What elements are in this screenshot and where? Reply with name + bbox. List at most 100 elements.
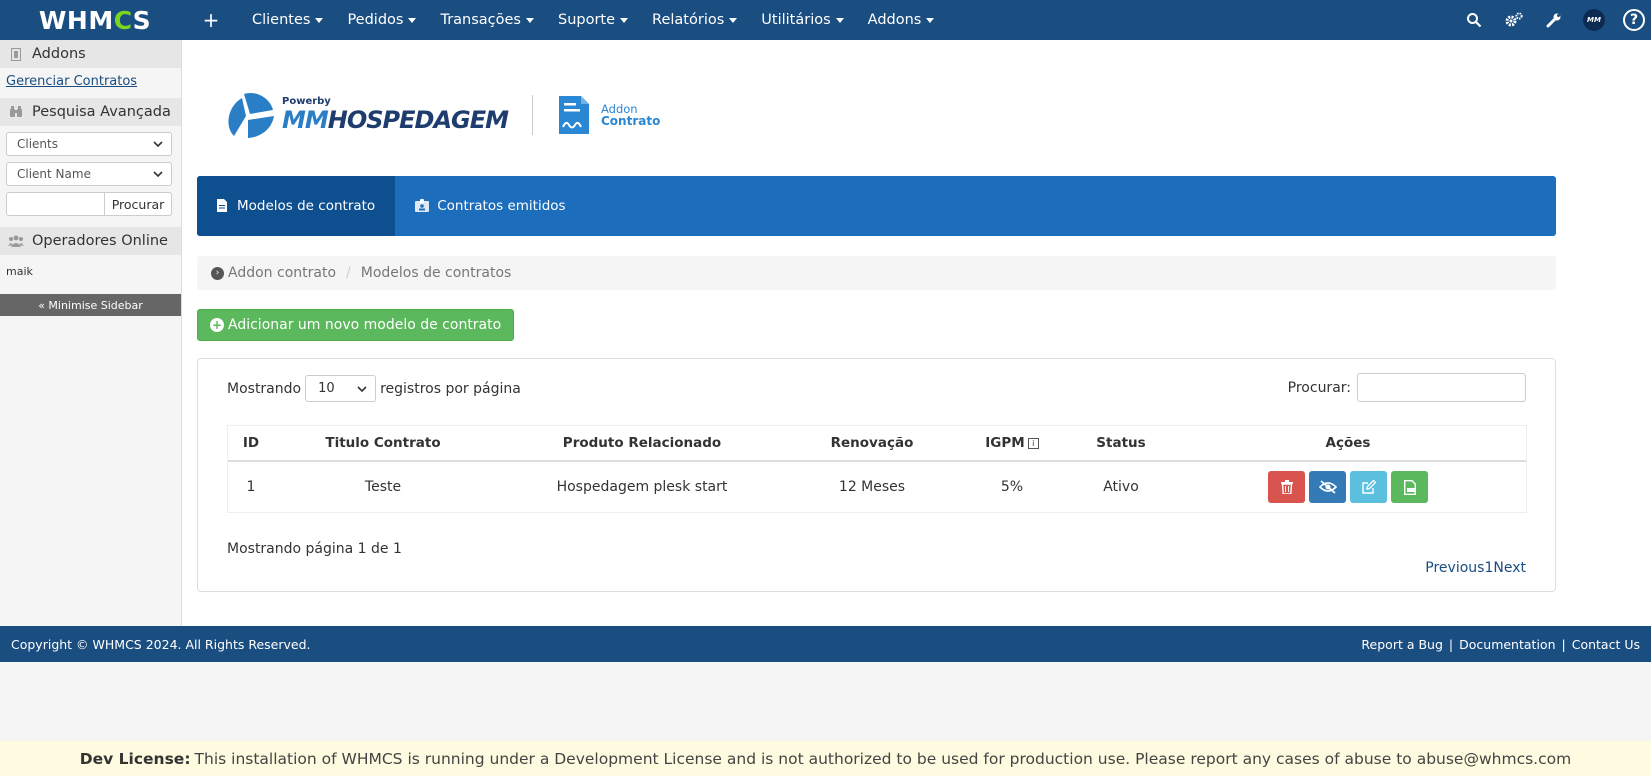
hide-button[interactable] (1309, 471, 1346, 503)
quick-add-button[interactable]: + (196, 8, 226, 32)
menu-utilitarios[interactable]: Utilitários (749, 12, 855, 28)
footer-links: Report a Bug | Documentation | Contact U… (1361, 637, 1640, 652)
col-title[interactable]: Titulo Contrato (274, 435, 492, 451)
search-field-select[interactable]: Client Name (6, 162, 172, 186)
menu-label: Pedidos (347, 12, 404, 28)
sidebar-addons-header: Addons (0, 40, 181, 68)
footer-separator: | (1561, 636, 1566, 652)
chevron-down-icon (153, 171, 163, 177)
whmcs-logo[interactable]: WHMCS (0, 0, 190, 40)
menu-label: Addons (867, 12, 922, 28)
sidebar-search-header: Pesquisa Avançada (0, 98, 181, 126)
tab-contratos-emitidos[interactable]: Contratos emitidos (395, 176, 585, 236)
table-search-input[interactable] (1357, 373, 1526, 402)
menu-label: Utilitários (761, 12, 831, 28)
table-row: 1 Teste Hospedagem plesk start 12 Meses … (228, 462, 1526, 512)
pager-next[interactable]: Next (1493, 560, 1526, 576)
mm-logo-text: Powerby MMHOSPEDAGEM (282, 97, 509, 134)
chevron-down-icon (357, 385, 367, 392)
chevron-down-icon (153, 141, 163, 147)
navbar-tools: MM ? (1463, 0, 1645, 40)
chevron-down-icon (729, 17, 738, 23)
breadcrumb-root[interactable]: Addon contrato (228, 265, 336, 281)
col-id[interactable]: ID (228, 435, 274, 451)
select-value: Client Name (17, 167, 91, 181)
help-icon[interactable]: ? (1623, 9, 1645, 31)
info-icon[interactable]: i (1027, 437, 1039, 449)
breadcrumb-separator: / (346, 265, 351, 281)
menu-label: Transações (440, 12, 521, 28)
menu-label: Clientes (252, 12, 311, 28)
menu-pedidos[interactable]: Pedidos (335, 12, 428, 28)
brand-mm: MM (282, 106, 329, 134)
contact-us-link[interactable]: Contact Us (1572, 637, 1640, 652)
col-status[interactable]: Status (1072, 435, 1170, 451)
chevron-down-icon (835, 17, 844, 23)
user-avatar[interactable]: MM (1583, 9, 1605, 31)
button-label: Adicionar um novo modelo de contrato (228, 317, 502, 333)
file-icon (217, 199, 229, 213)
chevron-down-icon (926, 17, 935, 23)
cell-product: Hospedagem plesk start (556, 479, 728, 495)
sidebar-search-button[interactable]: Procurar (105, 192, 172, 216)
wrench-icon[interactable] (1543, 9, 1565, 31)
length-prefix: Mostrando (227, 380, 302, 397)
sidebar-search-input[interactable] (6, 192, 105, 216)
col-igpm[interactable]: IGPM i (952, 435, 1072, 451)
documentation-link[interactable]: Documentation (1459, 637, 1555, 652)
gears-icon[interactable] (1503, 9, 1525, 31)
brand-divider (532, 95, 533, 135)
page-length-control: Mostrando 10 registros por página (227, 375, 521, 402)
report-bug-link[interactable]: Report a Bug (1361, 637, 1442, 652)
menu-suporte[interactable]: Suporte (546, 12, 640, 28)
trash-icon (1280, 480, 1293, 494)
top-navbar: WHMCS + Clientes Pedidos Transações Supo… (0, 0, 1651, 40)
edit-button[interactable] (1350, 471, 1387, 503)
manage-contracts-link[interactable]: Gerenciar Contratos (0, 68, 181, 93)
menu-clientes[interactable]: Clientes (240, 12, 335, 28)
select-value: Clients (17, 137, 58, 151)
page-length-select[interactable]: 10 (305, 375, 377, 402)
contracts-panel: Mostrando 10 registros por página Procur… (197, 358, 1556, 592)
dev-license-text: This installation of WHMCS is running un… (194, 749, 1572, 768)
table-info: Mostrando página 1 de 1 (227, 541, 402, 557)
plus-circle-icon: + (210, 318, 224, 332)
pager-previous[interactable]: Previous (1425, 560, 1484, 576)
footer: Copyright © WHMCS 2024. All Rights Reser… (0, 626, 1651, 662)
cell-renewal: 12 Meses (838, 479, 906, 495)
sidebar: Addons Gerenciar Contratos Pesquisa Avan… (0, 40, 182, 626)
users-icon (8, 233, 24, 249)
length-suffix: registros por página (380, 380, 521, 397)
addon-icon (8, 46, 24, 62)
table-header: ID Titulo Contrato Produto Relacionado R… (228, 426, 1526, 462)
chevron-circle-right-icon: › (211, 266, 224, 280)
pager-page-1[interactable]: 1 (1484, 560, 1493, 576)
menu-transacoes[interactable]: Transações (428, 12, 546, 28)
sidebar-online-header: Operadores Online (0, 227, 181, 255)
delete-button[interactable] (1268, 471, 1305, 503)
mm-hospedagem-logo: Powerby MMHOSPEDAGEM (226, 92, 509, 138)
search-icon[interactable] (1463, 9, 1485, 31)
pdf-file-icon (1403, 479, 1416, 495)
minimise-sidebar-button[interactable]: « Minimise Sidebar (0, 294, 181, 316)
table-search: Procurar: (1288, 373, 1526, 402)
addon-line2: Contrato (601, 114, 661, 128)
logo-text: WHMCS (38, 5, 152, 35)
cell-title: Teste (364, 479, 402, 495)
add-contract-template-button[interactable]: + Adicionar um novo modelo de contrato (197, 309, 515, 341)
search-type-select[interactable]: Clients (6, 132, 172, 156)
eye-slash-icon (1318, 480, 1337, 494)
menu-addons[interactable]: Addons (856, 12, 947, 28)
pdf-button[interactable] (1391, 471, 1428, 503)
col-renewal[interactable]: Renovação (792, 435, 952, 451)
cell-id: 1 (246, 479, 256, 495)
select-value: 10 (318, 381, 335, 396)
menu-relatorios[interactable]: Relatórios (640, 12, 749, 28)
copyright-text: Copyright © WHMCS 2024. All Rights Reser… (11, 636, 311, 652)
search-label: Procurar: (1287, 379, 1351, 396)
cell-actions (1170, 471, 1526, 503)
tab-modelos-de-contrato[interactable]: Modelos de contrato (197, 176, 396, 236)
menu-label: Relatórios (652, 12, 725, 28)
col-product[interactable]: Produto Relacionado (492, 435, 792, 451)
cell-igpm: 5% (1000, 479, 1024, 495)
